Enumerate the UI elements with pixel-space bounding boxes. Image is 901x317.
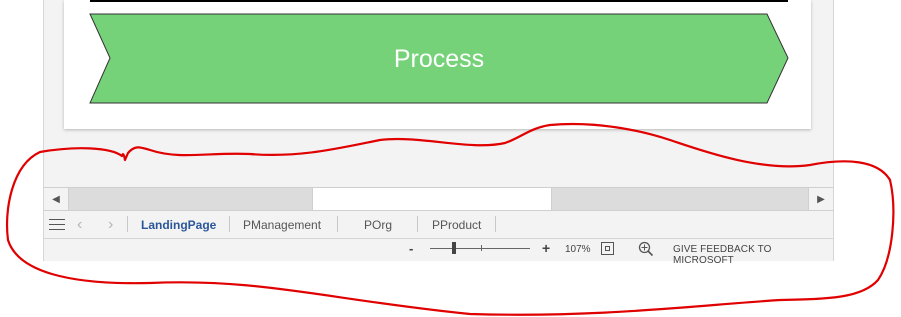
fit-page-icon[interactable]: [601, 242, 614, 255]
chevron-left-icon[interactable]: ‹: [77, 216, 82, 234]
tab-separator: [337, 216, 338, 232]
pan-zoom-icon[interactable]: [638, 241, 654, 257]
tab-pmanagement[interactable]: PManagement: [243, 218, 321, 232]
zoom-level[interactable]: 107%: [565, 244, 591, 255]
tab-separator: [417, 216, 418, 232]
tab-landingpage[interactable]: LandingPage: [141, 218, 216, 232]
tab-pproduct[interactable]: PProduct: [432, 218, 481, 232]
scroll-left-icon[interactable]: ◀: [44, 188, 69, 210]
zoom-slider-center-tick: [481, 245, 482, 251]
scroll-thumb[interactable]: [312, 188, 552, 210]
scroll-right-icon[interactable]: ▶: [808, 188, 833, 210]
feedback-link[interactable]: GIVE FEEDBACK TO MICROSOFT: [673, 244, 833, 266]
tab-porg[interactable]: POrg: [364, 218, 392, 232]
chevron-right-icon[interactable]: ›: [108, 216, 113, 234]
zoom-slider[interactable]: [430, 248, 530, 249]
menu-icon[interactable]: [49, 219, 65, 231]
shape-top-border-line[interactable]: [90, 0, 788, 2]
tab-separator: [495, 216, 496, 232]
horizontal-scrollbar[interactable]: ◀ ▶: [44, 187, 833, 211]
status-bar: - + 107% GIVE FEEDBACK TO MICROSOFT: [44, 239, 833, 266]
tab-separator: [127, 216, 128, 232]
sheet-tab-bar: ‹ › LandingPage PManagement POrg PProduc…: [44, 212, 833, 239]
zoom-out-button[interactable]: -: [409, 241, 413, 256]
zoom-in-button[interactable]: +: [542, 240, 550, 256]
process-shape[interactable]: [88, 13, 790, 105]
zoom-slider-knob[interactable]: [452, 242, 456, 254]
tab-separator: [229, 216, 230, 232]
